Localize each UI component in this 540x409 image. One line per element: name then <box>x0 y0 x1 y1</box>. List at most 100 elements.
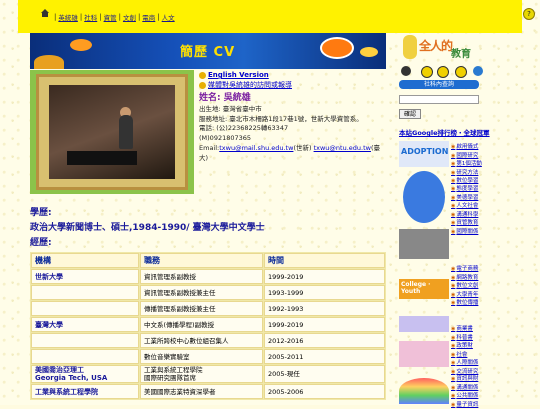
nav-link-4[interactable]: 文創 <box>123 12 136 22</box>
org-cell: 工業與系統工程學院 <box>31 384 139 399</box>
sidebar-link[interactable]: 網路教育 <box>451 274 478 283</box>
sidebar-link[interactable]: 溝通科學 <box>451 211 478 220</box>
sidebar-link[interactable]: 啟用儀式 <box>451 143 482 152</box>
sidebar-list-3: 電子商務網路教育數位文創大學青年數位傳播 <box>451 265 478 308</box>
table-header-row: 機構 職務 時間 <box>31 253 385 268</box>
person-name: 姓名: 吳統雄 <box>199 93 251 103</box>
circle-icon[interactable] <box>455 66 467 78</box>
right-sidebar: 全人的 教育 社科內查詢 確認 本站Google排行榜・全球冠軍 ADOPTIO… <box>397 33 522 408</box>
time-cell: 2005-2011 <box>264 349 385 364</box>
rainbow-image[interactable] <box>399 378 449 404</box>
close-icon[interactable] <box>437 66 449 78</box>
table-row: 數位音樂實驗室 2005-2011 <box>31 349 385 364</box>
sidebar-link[interactable]: 美德學習 <box>451 194 478 203</box>
time-cell: 2005-2006 <box>264 384 385 399</box>
music-image[interactable] <box>399 316 449 332</box>
sidebar-link[interactable]: 科普書 <box>451 334 478 343</box>
sidebar-list-5: 資訊與財溝通關係公共關係量子資訊 <box>451 375 478 409</box>
email-line: Email:txwu@mail.shu.edu.tw(世新) txwu@ntu.… <box>199 144 380 162</box>
column-header: 機構 <box>31 253 139 268</box>
fish-icon <box>70 39 92 51</box>
role-cell: 資訊管理系副教授 <box>140 269 263 284</box>
sidebar-link[interactable]: 大學青年 <box>451 291 478 300</box>
sidebar-link[interactable]: 態度學習 <box>451 185 478 194</box>
education-heading: 學歷: <box>30 208 52 218</box>
badge-image[interactable] <box>403 171 445 223</box>
sidebar-link[interactable]: 國際研究 <box>451 152 482 161</box>
time-cell: 1999-2019 <box>264 317 385 332</box>
column-header: 時間 <box>264 253 385 268</box>
role-cell: 傳播管理系副教授兼主任 <box>140 301 263 316</box>
media-icon <box>199 81 206 89</box>
personal-info: English Version 媒體對吳統雄的訪問或報導 姓名: 吳統雄 出生地… <box>199 70 389 163</box>
media-report-link[interactable]: 媒體對吳統雄的訪問或報導 <box>208 81 292 89</box>
sidebar-list-2: 態度學習美德學習人文社會溝通科學資管教育國際關係 <box>451 185 478 237</box>
role-cell: 中文系(傳播學程)副教授 <box>140 317 263 332</box>
sidebar-link[interactable]: 溝通關係 <box>451 384 478 393</box>
email-link-shu[interactable]: txwu@mail.shu.edu.tw <box>219 144 293 152</box>
phone: 電話: (公)22368225轉63347 <box>199 124 289 132</box>
sidebar-list-1: 啟用儀式國際研究第1個活動研究方法數位學習 <box>451 143 482 186</box>
birthplace: 出生地: 臺灣省臺中市 <box>199 105 262 113</box>
sidebar-list-4: 商業書科普書政策財社會人際關係交流研究 <box>451 325 478 377</box>
top-bar: | 英統雄 | 社科 | 資管 | 文創 | 電商 | 人文 ? <box>18 0 535 33</box>
google-rank-link[interactable]: 本站Google排行榜・全球冠軍 <box>399 127 490 137</box>
sidebar-link[interactable]: 數位文創 <box>451 282 478 291</box>
sidebar-link[interactable]: 第1個活動 <box>451 160 482 169</box>
photo-frame <box>30 70 194 194</box>
nav-link-5[interactable]: 電商 <box>142 12 155 22</box>
experience-table: 機構 職務 時間 世新大學 資訊管理系副教授 1999-2019 資訊管理系副教授兼主… <box>30 252 386 400</box>
nav-link-6[interactable]: 人文 <box>162 12 175 22</box>
help-icon[interactable]: ? <box>523 8 535 20</box>
globe-icon[interactable] <box>473 66 483 76</box>
sidebar-link[interactable]: 政策財 <box>451 342 478 351</box>
sidebar-link[interactable]: 資管教育 <box>451 219 478 228</box>
mobile: (M)0921807365 <box>199 133 252 142</box>
clock-icon[interactable] <box>421 66 433 78</box>
nav-link-3[interactable]: 資管 <box>104 12 117 22</box>
table-row: 傳播管理系副教授兼主任 1992-1993 <box>31 301 385 316</box>
sidebar-link[interactable]: 資訊與財 <box>451 375 478 384</box>
sidebar-link[interactable]: 商業書 <box>451 325 478 334</box>
table-row: 美國喬治亞理工 Georgia Tech, USA 工業與系統工程學院 國際研究團… <box>31 365 385 383</box>
role-cell: 數位音樂實驗室 <box>140 349 263 364</box>
top-nav: | 英統雄 | 社科 | 資管 | 文創 | 電商 | 人文 <box>54 12 175 22</box>
sidebar-link[interactable]: 社會 <box>451 351 478 360</box>
person-icon[interactable] <box>401 66 411 76</box>
table-row: 臺灣大學 中文系(傳播學程)副教授 1999-2019 <box>31 317 385 332</box>
sidebar-link[interactable]: 數位傳播 <box>451 299 478 308</box>
table-row: 資訊管理系副教授兼主任 1993-1999 <box>31 285 385 300</box>
sidebar-link[interactable]: 研究方法 <box>451 169 482 178</box>
college-youth-image[interactable]: College · Youth <box>399 279 449 299</box>
fish-icon <box>360 47 378 57</box>
org-cell <box>31 349 139 364</box>
home-icon[interactable] <box>40 8 50 18</box>
experience-table-body: 世新大學 資訊管理系副教授 1999-2019 資訊管理系副教授兼主任 1993-199… <box>31 269 385 399</box>
role-cell: 工業所跨校中心數位組召集人 <box>140 333 263 348</box>
time-cell: 1992-1993 <box>264 301 385 316</box>
banner: 簡歷 CV <box>30 33 386 69</box>
sidebar-link[interactable]: 公共關係 <box>451 392 478 401</box>
sidebar-link[interactable]: 電子商務 <box>451 265 478 274</box>
experience-heading: 經歷: <box>30 238 52 248</box>
search-input[interactable] <box>399 95 479 104</box>
search-submit-button[interactable]: 確認 <box>399 109 421 119</box>
org-cell: 世新大學 <box>31 269 139 284</box>
adoption-image[interactable]: ADOPTION <box>399 141 449 167</box>
kids-image[interactable] <box>399 341 449 367</box>
column-header: 職務 <box>140 253 263 268</box>
role-cell: 資訊管理系副教授兼主任 <box>140 285 263 300</box>
sidebar-link[interactable]: 人際關係 <box>451 359 478 368</box>
nav-link-1[interactable]: 英統雄 <box>58 12 78 22</box>
english-version-link[interactable]: English Version <box>208 71 269 79</box>
org-cell: 美國喬治亞理工 Georgia Tech, USA <box>31 365 139 383</box>
site-logo[interactable]: 全人的 教育 <box>399 33 491 63</box>
email-link-ntu[interactable]: txwu@ntu.edu.tw <box>314 144 371 152</box>
keyboard-image[interactable] <box>399 229 449 259</box>
time-cell: 2005-現任 <box>264 365 385 383</box>
sidebar-link[interactable]: 人文社會 <box>451 202 478 211</box>
sidebar-link[interactable]: 國際關係 <box>451 228 478 237</box>
education-value: 政治大學新聞博士、碩士,1984-1990/ 臺灣大學中文學士 <box>30 223 265 233</box>
table-row: 世新大學 資訊管理系副教授 1999-2019 <box>31 269 385 284</box>
nav-link-2[interactable]: 社科 <box>84 12 97 22</box>
